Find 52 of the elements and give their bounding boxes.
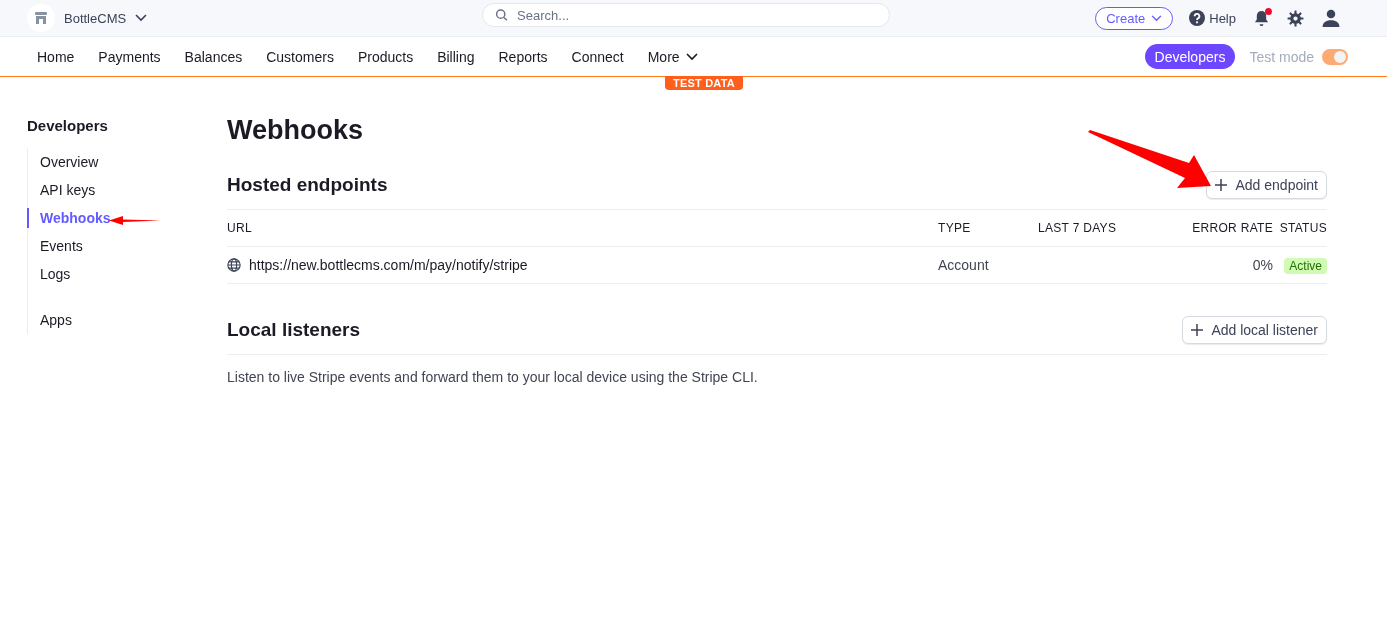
create-button[interactable]: Create xyxy=(1095,6,1174,30)
notification-bell-icon[interactable] xyxy=(1254,9,1269,27)
developers-button[interactable]: Developers xyxy=(1144,44,1236,69)
nav-link[interactable]: Payments xyxy=(98,48,161,65)
description-text: Listen to live Stripe events and forward them to your local device using the Stripe CLI. xyxy=(227,369,759,385)
chevron-down-icon xyxy=(685,52,698,61)
plus-icon xyxy=(1215,179,1228,191)
user-icon[interactable] xyxy=(1322,9,1340,27)
sidebar-item[interactable]: API keys xyxy=(27,176,227,204)
globe-icon xyxy=(227,258,241,272)
nav-link[interactable]: Products xyxy=(357,48,414,65)
sidebar-item[interactable]: Events xyxy=(27,232,227,260)
test-mode-label: Test mode xyxy=(1249,48,1314,65)
more-menu[interactable]: More xyxy=(647,48,698,65)
table-cell-text: Account xyxy=(938,257,990,273)
nav-link[interactable]: Connect xyxy=(571,48,624,65)
endpoint-url[interactable]: https://new.bottlecms.com/m/pay/notify/stripe xyxy=(249,257,528,273)
plus-icon xyxy=(1191,324,1204,336)
table-cell-text: 0% xyxy=(1251,257,1273,273)
test-data-badge: TEST DATA xyxy=(665,76,743,90)
sidebar-title: Developers xyxy=(27,117,109,134)
search-field[interactable]: Search... xyxy=(482,3,890,27)
search-input[interactable]: Search... xyxy=(515,6,877,24)
nav-link[interactable]: Balances xyxy=(184,48,243,65)
page-title: Webhooks xyxy=(227,115,364,147)
help-link[interactable]: Help xyxy=(1189,10,1236,26)
nav-link[interactable]: Billing xyxy=(437,48,475,65)
sidebar-item[interactable]: Apps xyxy=(27,306,227,334)
column-header: URL xyxy=(227,221,253,235)
column-header: STATUS xyxy=(1278,221,1327,235)
help-icon xyxy=(1189,10,1206,26)
sidebar-item[interactable]: Overview xyxy=(27,148,227,176)
chevron-down-icon xyxy=(1151,14,1163,22)
column-header: ERROR RATE xyxy=(1191,221,1273,235)
test-mode-toggle[interactable] xyxy=(1322,48,1348,65)
nav-link[interactable]: Reports xyxy=(498,48,548,65)
chevron-down-icon[interactable] xyxy=(135,14,148,22)
sidebar-item[interactable]: Logs xyxy=(27,260,227,288)
settings-icon[interactable] xyxy=(1287,9,1304,27)
column-header: LAST 7 DAYS xyxy=(1038,221,1118,235)
nav-link[interactable]: Customers xyxy=(266,48,334,65)
search-icon xyxy=(495,8,509,22)
annotation-arrow xyxy=(109,214,161,226)
add-local-listener-button[interactable]: Add local listener xyxy=(1182,316,1327,344)
add-endpoint-button[interactable]: Add endpoint xyxy=(1206,171,1327,199)
column-header: TYPE xyxy=(938,221,972,235)
section-title: Hosted endpoints xyxy=(227,174,388,196)
nav-link[interactable]: Home xyxy=(37,48,75,65)
account-name[interactable]: BottleCMS xyxy=(64,10,127,26)
section-title: Local listeners xyxy=(227,319,361,341)
store-icon[interactable] xyxy=(27,4,55,32)
status-badge: Active xyxy=(1284,258,1327,274)
